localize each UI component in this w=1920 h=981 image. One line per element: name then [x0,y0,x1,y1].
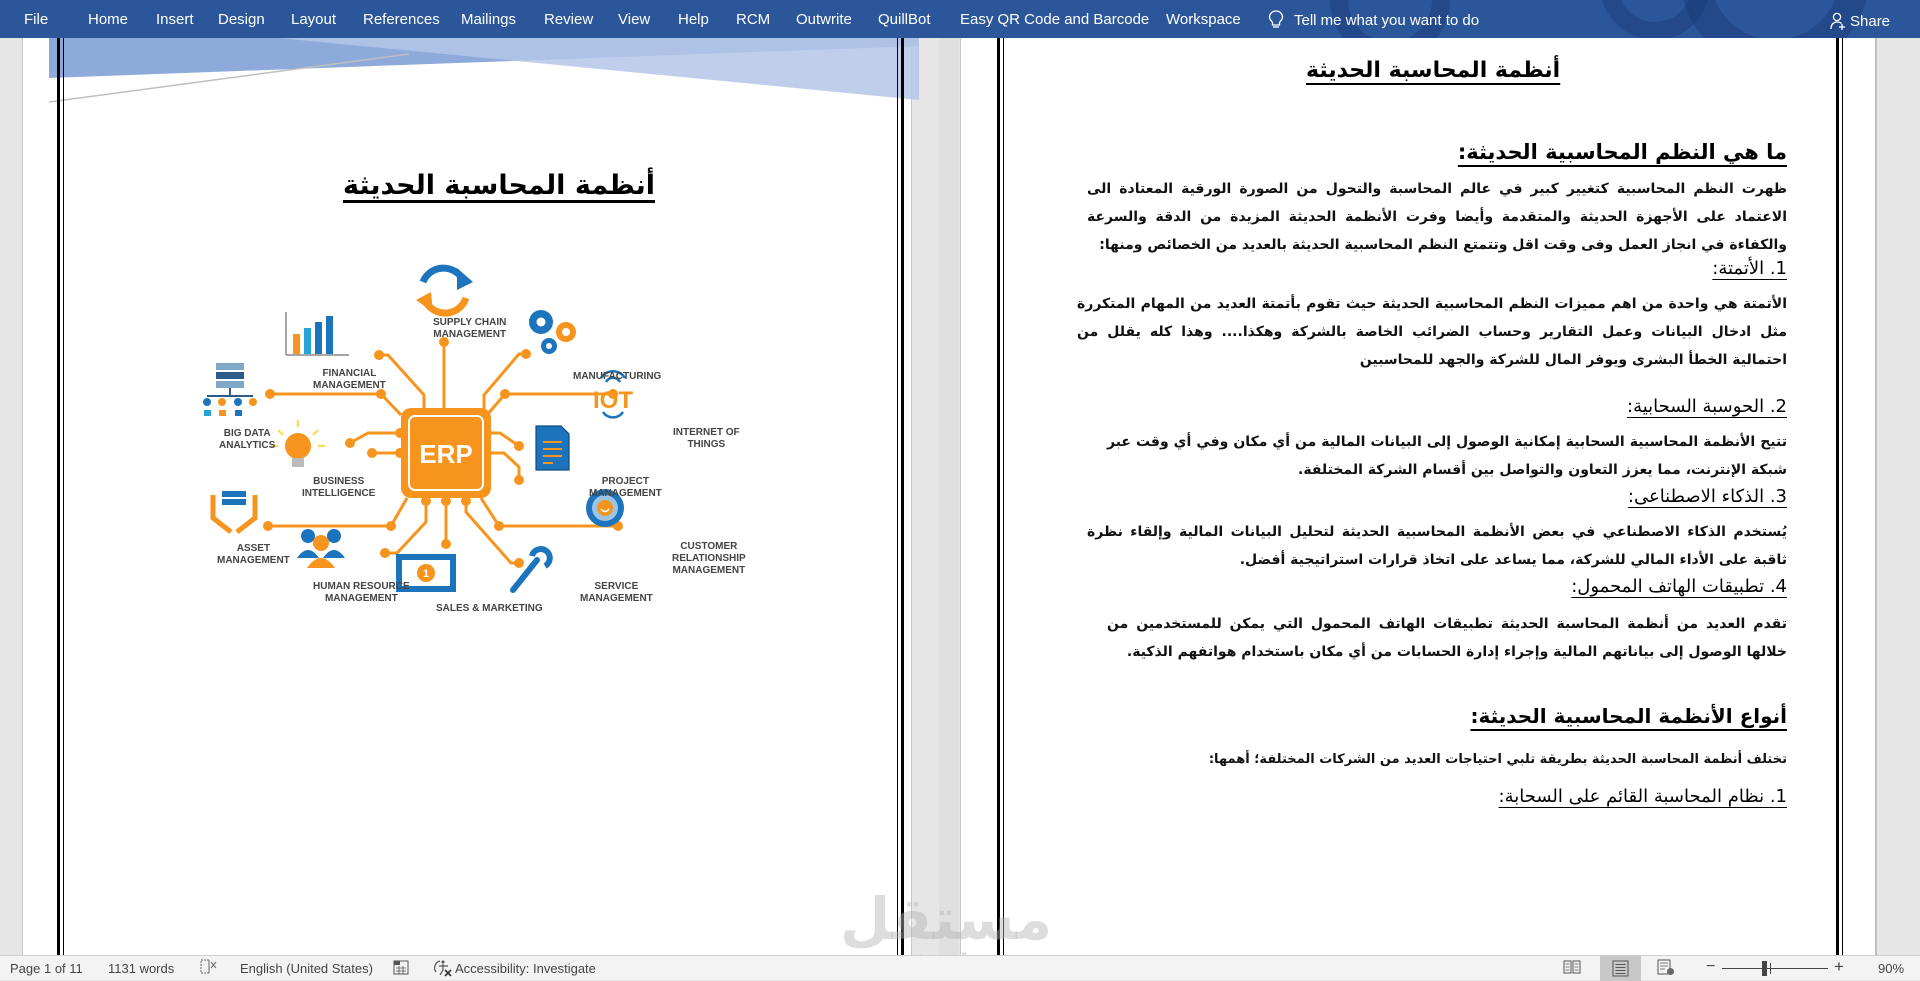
status-bar: Page 1 of 11 1131 words English (United … [0,955,1920,981]
page-border-inner-left [63,38,64,955]
feature-heading-mobile: 4. تطبيقات الهاتف المحمول: [1571,576,1787,597]
section-paragraph-types: تختلف أنظمة المحاسبة الحديثة بطريقة تلبي… [1208,752,1787,767]
person-add-icon [1830,12,1845,30]
lightbulb-icon [1268,10,1284,28]
iot-text: IOT [593,387,633,414]
zoom-slider-thumb[interactable] [1761,961,1767,976]
language-indicator[interactable]: English (United States) [240,961,373,976]
feature-heading-automation: 1. الأتمتة: [1712,258,1787,279]
page-border-outer-left [997,38,1000,955]
share-button[interactable]: Share [1830,12,1890,30]
erp-label-sales-marketing: SALES & MARKETING [436,603,543,614]
tab-review[interactable]: Review [544,11,593,28]
print-layout-button[interactable] [1600,956,1641,981]
proofing-icon[interactable] [200,959,218,978]
erp-label-manufacturing: MANUFACTURING [573,371,662,382]
erp-label-financial: FINANCIAL MANAGEMENT [313,368,386,391]
page-header-decoration [49,38,919,103]
tab-design[interactable]: Design [218,11,265,28]
coin-value: 1 [423,568,429,580]
tab-easy-qr-code[interactable]: Easy QR Code and Barcode [960,11,1149,28]
bar-chart-icon [285,312,349,356]
share-label: Share [1850,12,1891,30]
page-border-outer-right [1836,38,1839,955]
tell-me-search[interactable]: Tell me what you want to do [1268,10,1479,30]
hands-server-icon [210,491,258,534]
document-canvas[interactable]: أنظمة المحاسبة الحديثة ERP IOT 1 SUPPLY … [0,38,1920,955]
page-1[interactable]: أنظمة المحاسبة الحديثة ERP IOT 1 SUPPLY … [22,38,919,955]
tab-references[interactable]: References [363,11,440,28]
tab-quillbot[interactable]: QuillBot [878,11,931,28]
page-border-outer-right [901,38,904,955]
tab-insert[interactable]: Insert [156,11,194,28]
page-border-outer-left [57,38,60,955]
erp-label-project: PROJECT MANAGEMENT [589,476,662,499]
page-count[interactable]: Page 1 of 11 [10,961,83,976]
people-group-icon [297,529,345,568]
cover-title: أنظمة المحاسبة الحديثة [343,170,655,201]
tab-view[interactable]: View [618,11,650,28]
erp-label-iot: INTERNET OF THINGS [673,427,740,450]
zoom-slider-track[interactable] [1722,968,1828,969]
tab-file[interactable]: File [24,11,48,28]
web-layout-icon[interactable] [1657,959,1675,979]
feature-text-automation: الأتمتة هي واحدة من اهم مميزات النظم الم… [1077,296,1787,368]
page-border-inner-right [1842,38,1843,955]
tab-mailings[interactable]: Mailings [461,11,516,28]
tab-workspace[interactable]: Workspace [1166,11,1241,28]
page-gap [939,38,959,955]
erp-label-asset: ASSET MANAGEMENT [217,543,290,566]
watermark-arabic: مستقل [840,885,1053,953]
erp-label-crm: CUSTOMER RELATIONSHIP MANAGEMENT [672,541,746,576]
tab-home[interactable]: Home [88,11,128,28]
tab-layout[interactable]: Layout [291,11,336,28]
erp-label-hr: HUMAN RESOURCE MANAGEMENT [313,581,410,604]
word-count[interactable]: 1131 words [108,961,174,976]
feature-text-mobile: تقدم العديد من أنظمة المحاسبة الحديثة تط… [1107,616,1787,660]
zoom-out-button[interactable]: − [1706,958,1715,976]
erp-label-supply-chain: SUPPLY CHAIN MANAGEMENT [433,317,507,340]
page-title: أنظمة المحاسبة الحديثة [1306,58,1561,83]
section-paragraph-intro: ظهرت النظم المحاسبية كتغيير كبير في عالم… [1087,181,1787,253]
feature-text-ai: يُستخدم الذكاء الاصطناعي في بعض الأنظمة … [1087,524,1787,568]
accessibility-status[interactable]: Accessibility: Investigate [455,961,596,976]
erp-center-label: ERP [419,439,472,469]
gears-icon [529,310,576,354]
section-heading-types: أنواع الأنظمة المحاسبية الحديثة: [1470,704,1787,728]
erp-label-business-intelligence: BUSINESS INTELLIGENCE [302,476,376,499]
page-border-inner-right [897,38,898,955]
database-tree-icon [203,363,257,416]
type-heading-cloud-based: 1. نظام المحاسبة القائم على السحابة: [1498,786,1787,807]
cycle-arrows-icon [416,264,473,317]
wrench-icon [510,546,553,593]
feature-text-cloud: تتيح الأنظمة المحاسبية السحابية إمكانية … [1107,434,1787,478]
tab-rcm[interactable]: RCM [736,11,770,28]
lightbulb-idea-icon [271,420,325,467]
read-mode-icon[interactable] [1563,959,1581,978]
tell-me-text: Tell me what you want to do [1294,11,1480,29]
page-2[interactable]: أنظمة المحاسبة الحديثة ما هي النظم المحا… [960,38,1877,955]
page-border-inner-left [1003,38,1004,955]
accessibility-icon[interactable] [433,959,453,980]
feature-heading-ai: 3. الذكاء الاصطناعى: [1627,486,1787,507]
ribbon-tab-bar: File Home Insert Design Layout Reference… [0,0,1920,38]
erp-label-service: SERVICE MANAGEMENT [580,581,653,604]
tab-outwrite[interactable]: Outwrite [796,11,852,28]
zoom-level[interactable]: 90% [1878,961,1904,976]
tab-help[interactable]: Help [678,11,709,28]
document-icon [535,425,570,471]
zoom-slider-100-marker [1770,963,1771,974]
section-heading-what-are: ما هي النظم المحاسبية الحديثة: [1457,140,1787,164]
erp-label-big-data: BIG DATA ANALYTICS [219,428,276,451]
watermark: مستقل mostaql.com [840,888,1052,955]
zoom-in-button[interactable]: + [1834,957,1844,977]
print-layout-icon [1612,960,1629,977]
feature-heading-cloud: 2. الحوسبة السحابية: [1627,396,1787,417]
macro-recording-icon[interactable] [393,959,409,978]
